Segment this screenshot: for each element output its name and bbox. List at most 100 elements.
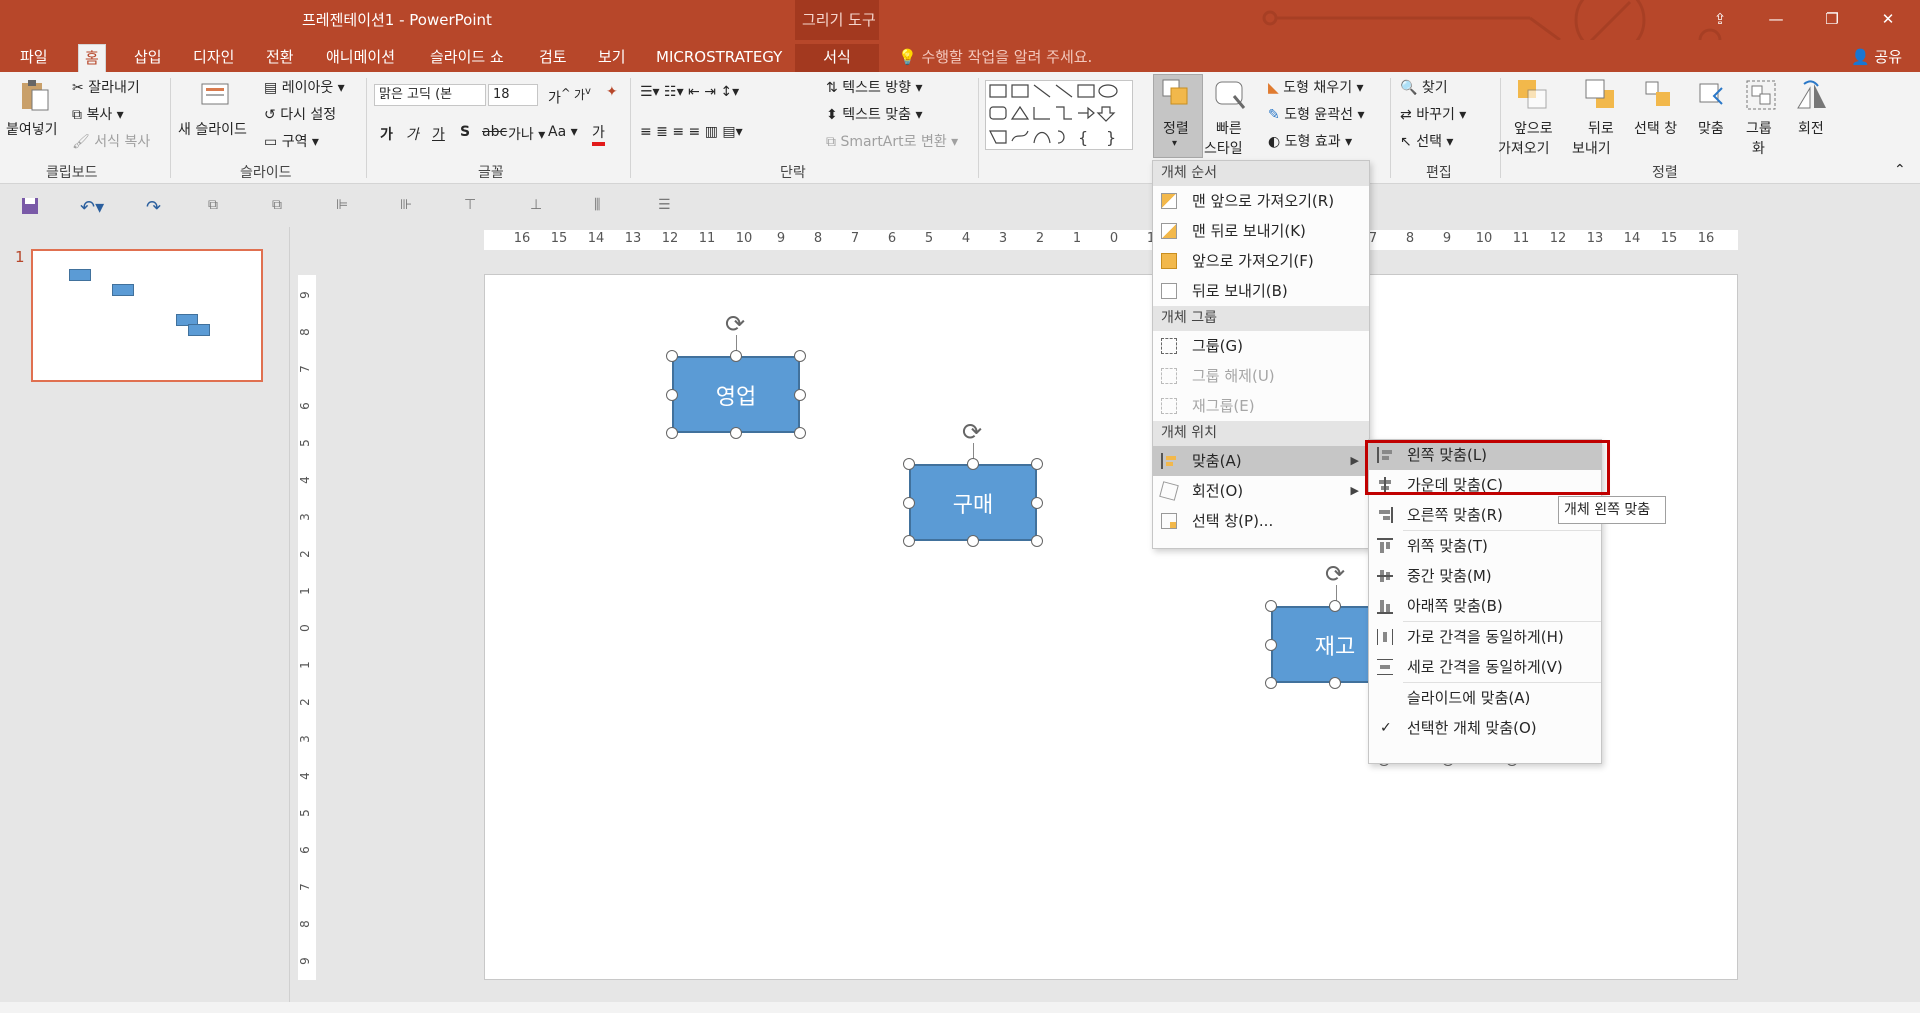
resize-handle[interactable] <box>794 427 806 439</box>
replace-button[interactable]: ⇄ 바꾸기 ▾ <box>1400 104 1466 124</box>
selection-pane-label[interactable]: 선택 창 <box>1634 118 1677 138</box>
shape-purchase[interactable]: 구매 <box>909 464 1037 541</box>
minimize-button[interactable]: — <box>1758 6 1794 32</box>
section-button[interactable]: ▭ 구역 ▾ <box>264 131 319 151</box>
ribbon-display-options-button[interactable]: ⇪ <box>1702 6 1738 32</box>
shadow-button[interactable]: S <box>460 124 470 140</box>
resize-handle[interactable] <box>794 388 806 401</box>
quick-styles-label-2[interactable]: 스타일 <box>1204 138 1243 158</box>
resize-handle[interactable] <box>1329 600 1341 612</box>
save-icon[interactable] <box>20 197 40 215</box>
group-label-2[interactable]: 화 <box>1752 138 1765 158</box>
redo-icon[interactable]: ↷ <box>146 197 166 218</box>
tab-slideshow[interactable]: 슬라이드 쇼 <box>424 44 510 72</box>
tab-format[interactable]: 서식 <box>795 44 879 72</box>
resize-handle[interactable] <box>903 496 915 509</box>
group-label-1[interactable]: 그룹 <box>1746 118 1772 138</box>
format-painter-button[interactable]: 🖌 서식 복사 <box>72 131 150 151</box>
menu-bring-to-front[interactable]: 맨 앞으로 가져오기(R) <box>1153 186 1369 216</box>
copy-button[interactable]: ⧉ 복사 ▾ <box>72 104 124 124</box>
resize-handle[interactable] <box>666 350 678 362</box>
menu-group[interactable]: 그룹(G) <box>1153 331 1369 361</box>
close-button[interactable]: ✕ <box>1870 6 1906 32</box>
resize-handle[interactable] <box>1265 677 1277 689</box>
new-slide-button[interactable]: 새 슬라이드 <box>178 119 247 139</box>
quick-styles-label-1[interactable]: 빠른 <box>1216 118 1242 138</box>
align-bottom-item[interactable]: 아래쪽 맞춤(B) <box>1369 591 1601 621</box>
tab-transitions[interactable]: 전환 <box>260 44 300 72</box>
tab-animations[interactable]: 애니메이션 <box>320 44 401 72</box>
resize-handle[interactable] <box>1265 638 1277 651</box>
menu-regroup[interactable]: 재그룹(E) <box>1153 391 1369 421</box>
resize-handle[interactable] <box>730 350 742 362</box>
resize-handle[interactable] <box>1031 496 1043 509</box>
reset-button[interactable]: ↺ 다시 설정 <box>264 104 336 124</box>
underline-button[interactable]: 가 <box>432 124 445 144</box>
shape-fill-button[interactable]: ◣ 도형 채우기 ▾ <box>1268 77 1364 97</box>
menu-ungroup[interactable]: 그룹 해제(U) <box>1153 361 1369 391</box>
grow-font-button[interactable]: 가^ <box>548 86 571 108</box>
send-backward-label-1[interactable]: 뒤로 <box>1588 118 1614 138</box>
align-label[interactable]: 맞춤 <box>1698 118 1724 138</box>
resize-handle[interactable] <box>1329 677 1341 689</box>
shrink-font-button[interactable]: 가v <box>574 86 591 103</box>
layout-button[interactable]: ▤ 레이아웃 ▾ <box>264 77 345 97</box>
rotate-handle-icon[interactable]: ⟳ <box>1325 562 1345 586</box>
menu-selection-pane[interactable]: 선택 창(P)... <box>1153 506 1369 536</box>
align-buttons[interactable]: ≡ ≣ ≡ ≡ ▥ ▤▾ <box>640 124 743 140</box>
tab-microstrategy[interactable]: MICROSTRATEGY <box>650 44 788 72</box>
bring-to-front-icon[interactable]: ⧉ <box>208 197 228 215</box>
tab-home[interactable]: 홈 <box>78 44 106 72</box>
undo-icon[interactable]: ↶▾ <box>80 197 104 218</box>
collapse-ribbon-icon[interactable]: ⌃ <box>1894 162 1906 178</box>
menu-align[interactable]: 맞춤(A) ▶ <box>1153 446 1369 476</box>
tab-insert[interactable]: 삽입 <box>128 44 168 72</box>
send-to-back-icon[interactable]: ⧉ <box>272 197 292 215</box>
find-button[interactable]: 🔍 찾기 <box>1400 77 1448 97</box>
bring-forward-label-1[interactable]: 앞으로 <box>1514 118 1553 138</box>
align-top-qat-icon[interactable]: ⊤ <box>464 197 484 215</box>
resize-handle[interactable] <box>794 350 806 362</box>
rotate-label[interactable]: 회전 <box>1798 118 1824 138</box>
resize-handle[interactable] <box>1265 600 1277 612</box>
resize-handle[interactable] <box>967 458 979 470</box>
send-backward-label-2[interactable]: 보내기 <box>1572 138 1611 158</box>
menu-send-backward[interactable]: 뒤로 보내기(B) <box>1153 276 1369 306</box>
resize-handle[interactable] <box>666 427 678 439</box>
distribute-horizontally-item[interactable]: 가로 간격을 동일하게(H) <box>1369 622 1601 652</box>
align-middle-item[interactable]: 중간 맞춤(M) <box>1369 561 1601 591</box>
font-name-combo[interactable]: 맑은 고딕 (본 <box>374 84 486 106</box>
tab-design[interactable]: 디자인 <box>187 44 240 72</box>
shapes-gallery[interactable]: {} <box>985 80 1133 150</box>
paste-button[interactable]: 붙여넣기 <box>6 119 58 139</box>
align-selected-objects-item[interactable]: ✓ 선택한 개체 맞춤(O) <box>1369 713 1601 743</box>
bold-button[interactable]: 가 <box>380 124 393 144</box>
share-button[interactable]: 👤 공유 <box>1851 44 1902 70</box>
smartart-button[interactable]: ⧉ SmartArt로 변환 ▾ <box>826 131 958 151</box>
tell-me-box[interactable]: 💡 수행할 작업을 알려 주세요. <box>898 44 1092 70</box>
resize-handle[interactable] <box>1031 535 1043 547</box>
bring-forward-label-2[interactable]: 가져오기 <box>1498 138 1550 158</box>
distribute-v-qat-icon[interactable]: ☰ <box>658 197 678 215</box>
font-size-combo[interactable]: 18 <box>488 84 538 106</box>
bullets-button[interactable]: ☰▾ ☷▾ ⇤ ⇥ ↕▾ <box>640 84 739 100</box>
strikethrough-button[interactable]: abc <box>482 124 507 140</box>
tab-review[interactable]: 검토 <box>533 44 573 72</box>
italic-button[interactable]: 가 <box>406 124 419 144</box>
resize-handle[interactable] <box>730 427 742 439</box>
align-top-item[interactable]: 위쪽 맞춤(T) <box>1369 531 1601 561</box>
shape-sales[interactable]: 영업 <box>672 356 800 433</box>
text-direction-button[interactable]: ⇅ 텍스트 방향 ▾ <box>826 77 923 97</box>
cut-button[interactable]: ✂ 잘라내기 <box>72 77 140 97</box>
restore-button[interactable]: ❐ <box>1814 6 1850 32</box>
resize-handle[interactable] <box>903 535 915 547</box>
align-right-qat-icon[interactable]: ⊪ <box>400 197 420 215</box>
rotate-handle-icon[interactable]: ⟳ <box>962 420 982 444</box>
resize-handle[interactable] <box>967 535 979 547</box>
menu-send-to-back[interactable]: 맨 뒤로 보내기(K) <box>1153 216 1369 246</box>
char-spacing-button[interactable]: 가나 ▾ <box>508 124 545 144</box>
font-color-button[interactable]: 가 <box>592 122 605 146</box>
resize-handle[interactable] <box>1031 458 1043 470</box>
shape-effects-button[interactable]: ◐ 도형 효과 ▾ <box>1268 131 1352 151</box>
align-to-slide-item[interactable]: 슬라이드에 맞춤(A) <box>1369 683 1601 713</box>
